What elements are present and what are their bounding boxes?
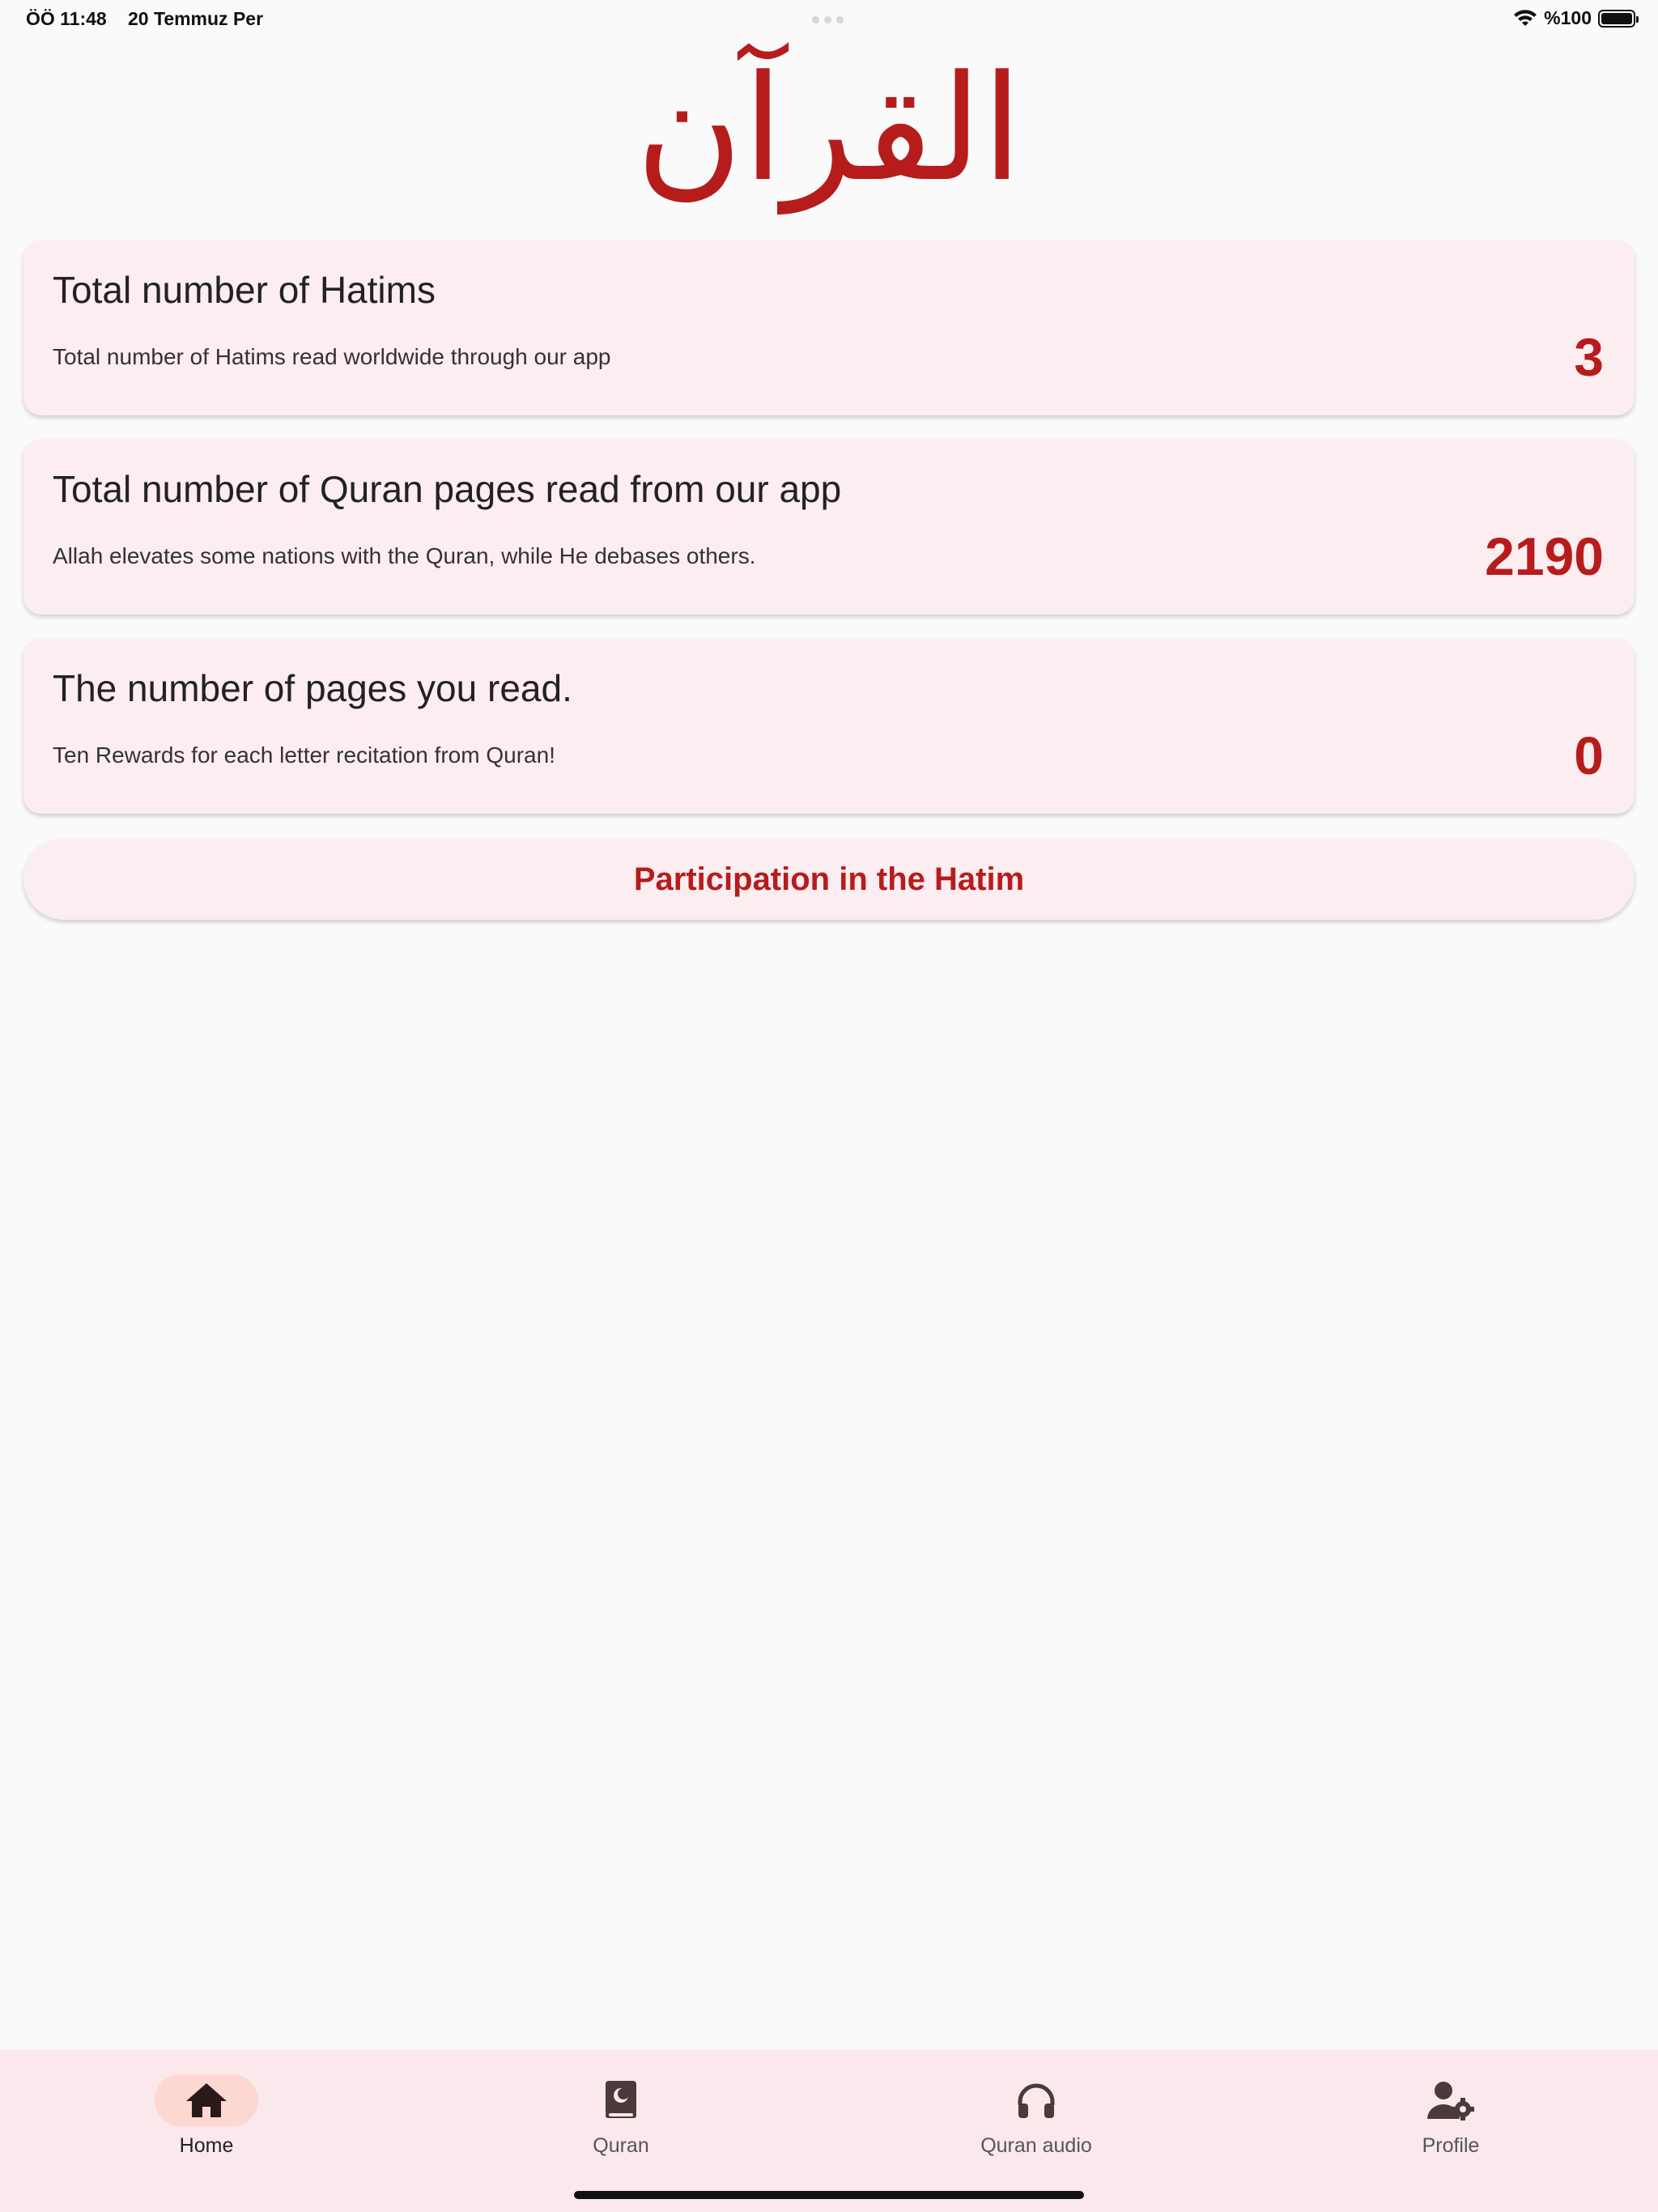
wifi-icon xyxy=(1514,9,1537,26)
stat-card-hatims: Total number of Hatims Total number of H… xyxy=(23,240,1635,415)
status-date: 20 Temmuz Per xyxy=(128,8,264,29)
nav-label-quran-audio: Quran audio xyxy=(980,2134,1092,2157)
card-value: 3 xyxy=(1574,327,1604,387)
nav-label-home: Home xyxy=(179,2134,234,2157)
card-title: The number of pages you read. xyxy=(53,667,572,709)
card-value: 0 xyxy=(1574,725,1604,785)
card-subtitle: Total number of Hatims read worldwide th… xyxy=(53,344,611,369)
status-indicators: %100 xyxy=(1513,7,1639,29)
status-bar: ÖÖ 11:48 20 Temmuz Per %100 xyxy=(0,0,1658,39)
stat-card-pages-total: Total number of Quran pages read from ou… xyxy=(23,440,1635,615)
status-time: ÖÖ 11:48 xyxy=(26,8,107,29)
card-title: Total number of Hatims xyxy=(53,269,436,311)
nav-item-quran-audio[interactable]: Quran audio xyxy=(915,2074,1158,2180)
nav-label-quran: Quran xyxy=(593,2134,649,2157)
card-title: Total number of Quran pages read from ou… xyxy=(53,468,842,510)
card-subtitle: Allah elevates some nations with the Qur… xyxy=(53,543,756,568)
app-screen: ÖÖ 11:48 20 Temmuz Per %100 القرآن Total… xyxy=(0,0,1658,2212)
bottom-navigation: Home Quran Quran audio Profile xyxy=(0,2050,1658,2212)
quran-book-icon xyxy=(606,2081,636,2118)
headphones-icon xyxy=(1018,2083,1055,2118)
nav-item-profile[interactable]: Profile xyxy=(1329,2074,1572,2180)
home-icon xyxy=(186,2083,227,2117)
home-indicator[interactable] xyxy=(574,2191,1084,2199)
battery-icon xyxy=(1598,9,1639,28)
battery-percent: %100 xyxy=(1544,7,1592,28)
nav-item-home[interactable]: Home xyxy=(85,2074,328,2180)
participate-hatim-button[interactable]: Participation in the Hatim xyxy=(23,839,1635,920)
profile-settings-icon xyxy=(1427,2082,1474,2121)
nav-label-profile: Profile xyxy=(1422,2134,1480,2157)
nav-item-quran[interactable]: Quran xyxy=(500,2074,742,2180)
card-value: 2190 xyxy=(1485,526,1604,586)
card-subtitle: Ten Rewards for each letter recitation f… xyxy=(53,742,555,768)
nav-active-indicator xyxy=(155,2074,258,2126)
multitasking-dots[interactable] xyxy=(812,16,844,23)
app-title: القرآن xyxy=(636,45,1022,214)
stat-card-pages-user: The number of pages you read. Ten Reward… xyxy=(23,639,1635,814)
